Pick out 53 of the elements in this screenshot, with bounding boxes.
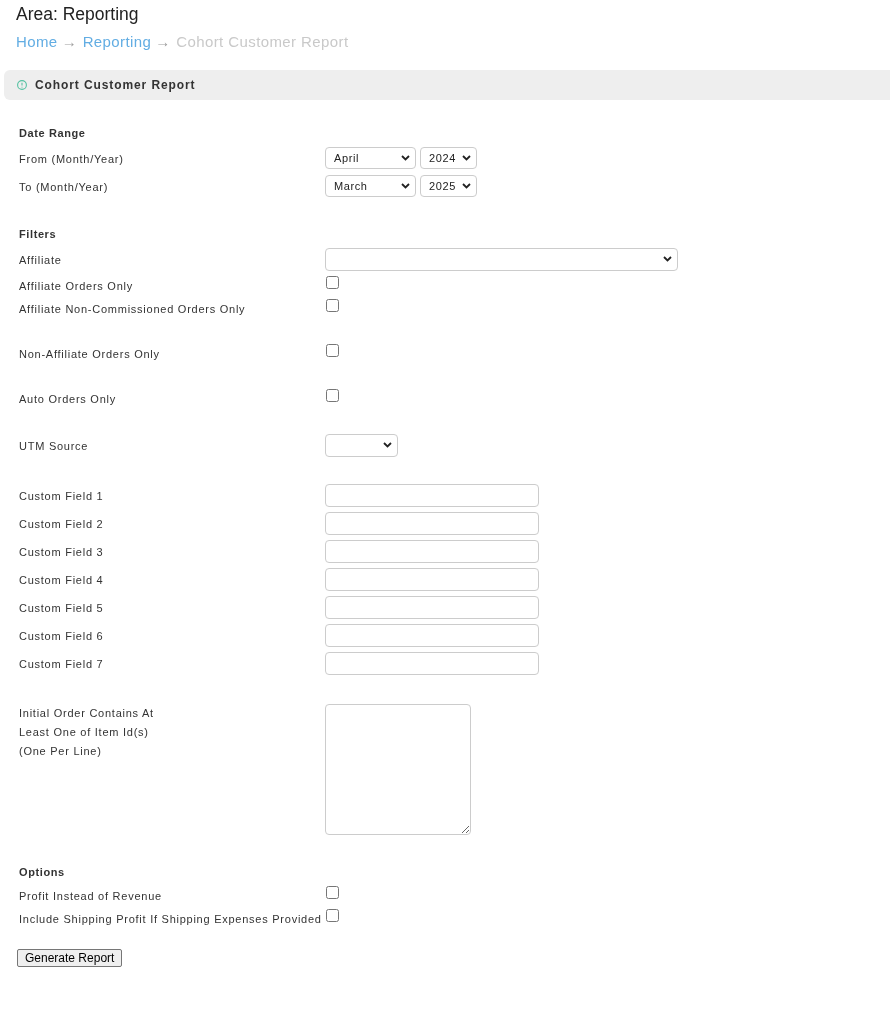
month-select[interactable]: April [325, 147, 416, 169]
checkbox[interactable] [326, 299, 339, 312]
breadcrumb-separator: → [155, 32, 171, 50]
text-field[interactable] [325, 567, 539, 591]
text-field[interactable] [325, 595, 539, 619]
select-field[interactable] [325, 247, 678, 271]
field-label: Initial Order Contains At Least One of Item Id(s) (One Per Line) [19, 706, 154, 759]
field-label: Affiliate Non-Commissioned Orders Only [19, 301, 246, 317]
text-field[interactable] [325, 623, 539, 647]
field-label: Include Shipping Profit If Shipping Expenses Provided [19, 911, 322, 927]
field-label: Profit Instead of Revenue [19, 888, 162, 904]
text-field[interactable] [325, 539, 539, 563]
text-field[interactable] [325, 511, 539, 535]
chevron-down-icon [462, 183, 471, 189]
chevron-down-icon [462, 155, 471, 161]
year-select[interactable]: 2024 [420, 147, 477, 169]
section-heading: Filters [19, 228, 57, 240]
chevron-down-icon [401, 155, 410, 161]
field-label: UTM Source [19, 439, 89, 454]
month-select[interactable]: March [325, 175, 416, 197]
field-label: Custom Field 7 [19, 657, 104, 672]
field-label: Auto Orders Only [19, 391, 116, 407]
chevron-down-icon [401, 183, 410, 189]
field-label: Custom Field 5 [19, 601, 104, 616]
field-label: Custom Field 3 [19, 545, 104, 560]
year-select[interactable]: 2025 [420, 175, 477, 197]
checkbox[interactable] [326, 344, 339, 357]
select-field[interactable] [325, 433, 398, 457]
page-title: Area: Reporting [16, 4, 139, 24]
field-label: Affiliate [19, 253, 62, 268]
section-heading: Date Range [19, 127, 86, 139]
chevron-down-icon [383, 442, 392, 448]
field-label: From (Month/Year) [19, 152, 124, 167]
checkbox[interactable] [326, 909, 339, 922]
info-icon [17, 80, 27, 90]
breadcrumb-separator: → [61, 32, 77, 50]
checkbox[interactable] [326, 886, 339, 899]
textarea-field[interactable] [325, 704, 471, 835]
panel-title: Cohort Customer Report [35, 78, 196, 92]
text-field[interactable] [325, 651, 539, 675]
text-field[interactable] [325, 483, 539, 507]
section-heading: Options [19, 866, 65, 878]
field-label: To (Month/Year) [19, 180, 109, 195]
checkbox[interactable] [326, 276, 339, 289]
field-label: Custom Field 4 [19, 573, 104, 588]
field-label: Affiliate Orders Only [19, 278, 133, 294]
checkbox[interactable] [326, 389, 339, 402]
field-label: Custom Field 6 [19, 629, 104, 644]
chevron-down-icon [663, 256, 672, 262]
field-label: Non-Affiliate Orders Only [19, 346, 160, 362]
field-label: Custom Field 2 [19, 517, 104, 532]
field-label: Custom Field 1 [19, 489, 104, 504]
generate-report-button[interactable]: Generate Report [17, 949, 123, 967]
